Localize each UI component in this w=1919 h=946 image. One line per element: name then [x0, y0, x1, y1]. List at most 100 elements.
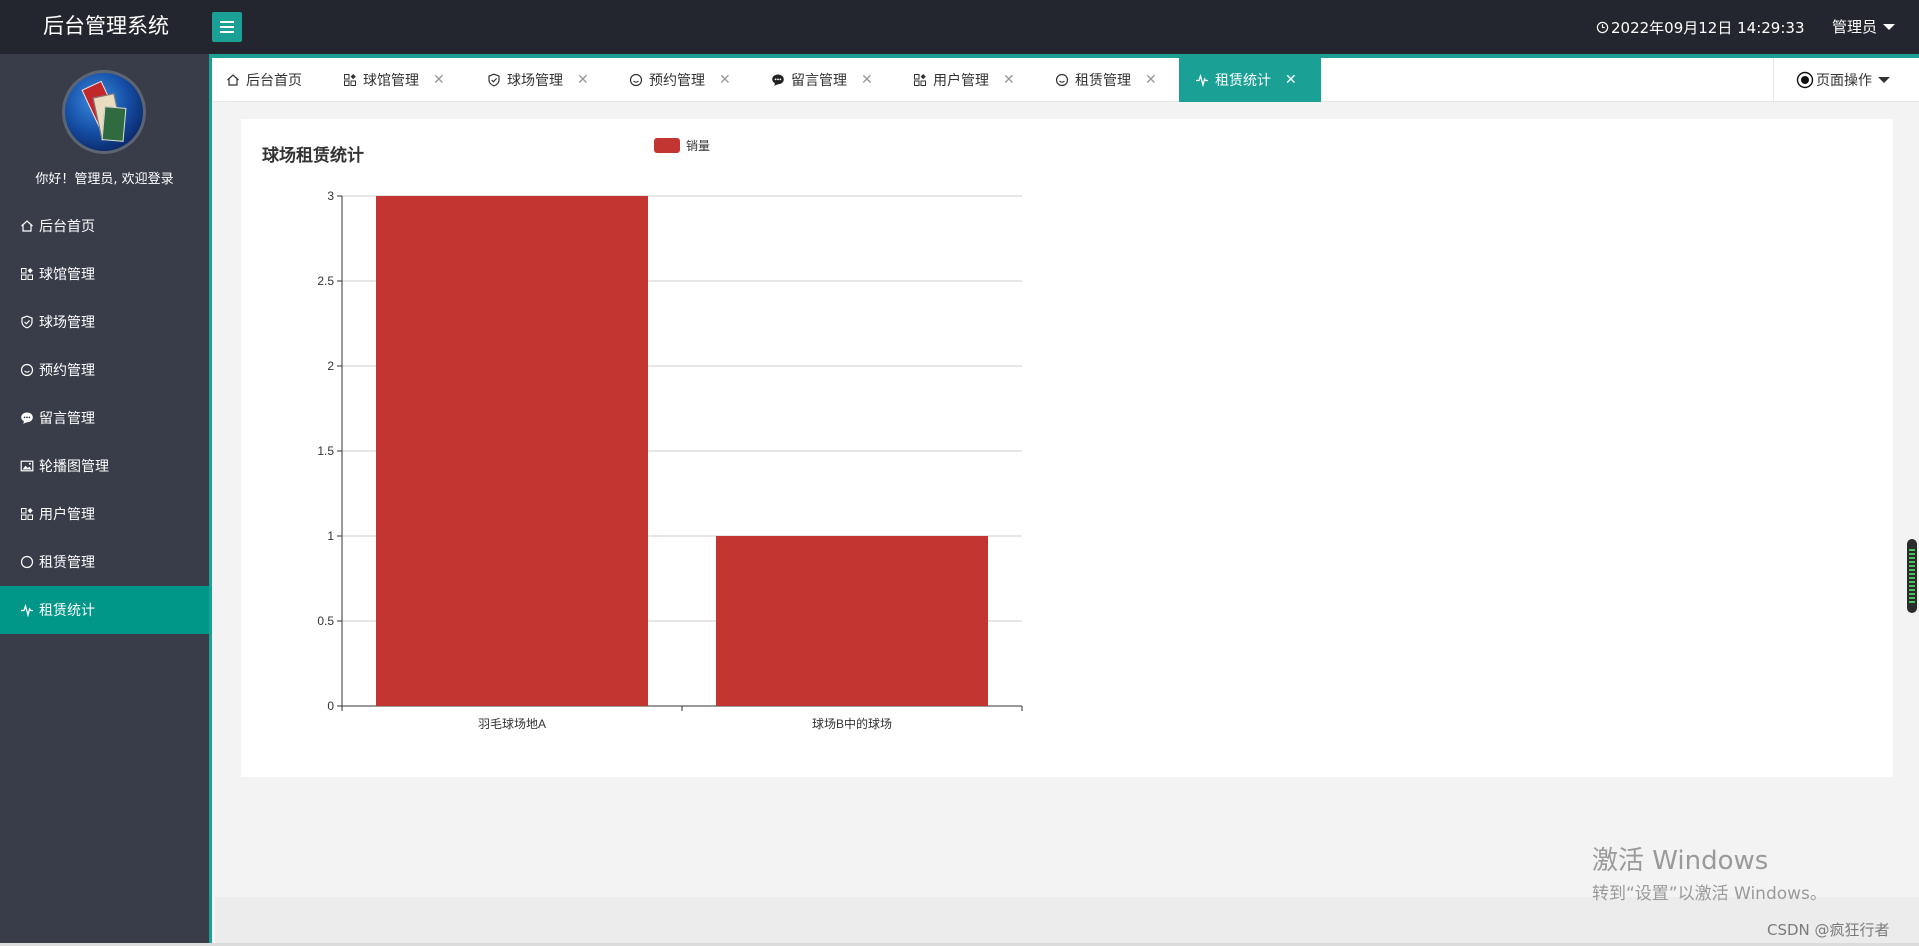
y-tick-label: 0.5 — [317, 614, 334, 628]
sidebar-item-label: 租赁管理 — [39, 555, 95, 571]
tab-label: 球馆管理 — [363, 73, 419, 89]
pulse-icon — [21, 603, 33, 617]
watermark-line2: 转到“设置”以激活 Windows。 — [1592, 884, 1827, 904]
user-menu[interactable]: 管理员 — [1832, 16, 1896, 37]
chat-icon — [21, 412, 33, 424]
shield-icon — [488, 73, 500, 87]
tab-label: 球场管理 — [507, 73, 563, 89]
top-header: 后台管理系统 2022年09月12日 14:29:33 管理员 — [0, 0, 1919, 54]
tab-label: 租赁统计 — [1215, 73, 1271, 89]
app-title: 后台管理系统 — [43, 14, 169, 38]
legend-label: 销量 — [686, 139, 711, 153]
clock-icon — [1596, 21, 1609, 34]
windows-activation-watermark: 激活 Windows 转到“设置”以激活 Windows。 — [1592, 840, 1827, 904]
smile-icon — [1055, 73, 1069, 87]
sidebar-item-label: 球场管理 — [39, 315, 95, 331]
tab-label: 租赁管理 — [1075, 73, 1131, 89]
x-tick-label: 羽毛球场地A — [478, 717, 546, 731]
tab-rental[interactable]: 租赁管理 ✕ — [1055, 58, 1157, 102]
page-operations-menu[interactable]: 页面操作 — [1773, 58, 1919, 102]
sidebar-item-booking[interactable]: 预约管理 — [0, 346, 209, 394]
sidebar-item-label: 留言管理 — [39, 411, 95, 427]
footer-strip — [215, 897, 1919, 946]
close-icon[interactable]: ✕ — [861, 72, 873, 88]
close-icon[interactable]: ✕ — [1145, 72, 1157, 88]
tab-booking[interactable]: 预约管理 ✕ — [629, 58, 731, 102]
sidebar-item-label: 租赁统计 — [39, 603, 95, 619]
sidebar-item-label: 后台首页 — [39, 219, 95, 235]
y-tick-label: 2.5 — [317, 274, 334, 288]
chart-title: 球场租赁统计 — [262, 146, 364, 166]
tab-label: 预约管理 — [649, 73, 705, 89]
grid-icon — [914, 74, 926, 86]
tab-label: 留言管理 — [791, 73, 847, 89]
sidebar-item-venue[interactable]: 球馆管理 — [0, 250, 209, 298]
sidebar-item-rental-stats[interactable]: 租赁统计 — [0, 586, 209, 634]
close-icon[interactable]: ✕ — [719, 72, 731, 88]
close-icon[interactable]: ✕ — [1285, 72, 1297, 88]
smile-icon — [20, 363, 34, 377]
y-tick-label: 3 — [327, 189, 334, 203]
y-tick-label: 1 — [327, 529, 334, 543]
bar-chart: 0 0.5 1 1.5 2 2.5 3 羽毛球场地A 球场B中的球场 — [317, 189, 1023, 731]
sidebar-item-label: 轮播图管理 — [39, 459, 109, 475]
sidebar-item-label: 球馆管理 — [39, 267, 95, 283]
sidebar-item-rental[interactable]: 租赁管理 — [0, 538, 209, 586]
close-icon[interactable]: ✕ — [433, 72, 445, 88]
bar — [716, 536, 988, 706]
avatar — [62, 70, 146, 154]
tab-venue[interactable]: 球馆管理 ✕ — [343, 58, 445, 102]
close-icon[interactable]: ✕ — [577, 72, 589, 88]
tab-label: 后台首页 — [246, 73, 302, 89]
shield-icon — [21, 315, 33, 329]
sidebar-item-carousel[interactable]: 轮播图管理 — [0, 442, 209, 490]
page-operations-label: 页面操作 — [1816, 73, 1872, 89]
sidebar-item-messages[interactable]: 留言管理 — [0, 394, 209, 442]
tab-label: 用户管理 — [933, 73, 989, 89]
tab-rental-stats[interactable]: 租赁统计 ✕ — [1179, 58, 1321, 102]
tab-users[interactable]: 用户管理 ✕ — [913, 58, 1015, 102]
user-menu-label: 管理员 — [1832, 18, 1878, 36]
datetime-display: 2022年09月12日 14:29:33 — [1596, 17, 1804, 38]
y-tick-label: 0 — [327, 699, 334, 713]
scroll-handle[interactable] — [1907, 539, 1917, 613]
grid-icon — [21, 268, 33, 280]
x-tick-label: 球场B中的球场 — [812, 716, 892, 731]
y-tick-label: 1.5 — [317, 444, 334, 458]
tab-court[interactable]: 球场管理 ✕ — [487, 58, 589, 102]
home-icon — [227, 74, 239, 86]
bar — [376, 196, 648, 706]
chat-icon — [772, 74, 784, 86]
caret-down-icon — [1883, 23, 1896, 30]
legend-swatch — [654, 138, 680, 153]
image-icon — [20, 460, 34, 472]
target-icon — [1796, 71, 1814, 89]
grid-icon — [21, 508, 33, 520]
sidebar-item-label: 预约管理 — [39, 363, 95, 379]
pulse-icon — [1196, 73, 1208, 87]
sidebar: 你好！管理员, 欢迎登录 后台首页 球馆管理 球场管理 预约管理 留言管理 轮播… — [0, 54, 212, 946]
csdn-credit: CSDN @疯狂行者 — [1767, 921, 1890, 939]
chart-card: 0 0.5 1 1.5 2 2.5 3 羽毛球场地A 球场B中的球场 球场租赁统计 销量 — [241, 119, 1893, 777]
menu-toggle-button[interactable] — [212, 12, 242, 42]
sidebar-nav: 后台首页 球馆管理 球场管理 预约管理 留言管理 轮播图管理 用户管理 租赁管理… — [0, 202, 209, 634]
sidebar-item-label: 用户管理 — [39, 507, 95, 523]
caret-down-icon — [1878, 77, 1890, 83]
circle-icon — [20, 555, 34, 569]
grid-icon — [344, 74, 356, 86]
sidebar-item-users[interactable]: 用户管理 — [0, 490, 209, 538]
close-icon[interactable]: ✕ — [1003, 72, 1015, 88]
y-tick-label: 2 — [327, 359, 334, 373]
welcome-text: 你好！管理员, 欢迎登录 — [35, 172, 174, 187]
tab-bar: 后台首页 球馆管理 ✕ 球场管理 ✕ 预约管理 ✕ 留言管理 ✕ 用户管理 ✕ … — [212, 54, 1919, 102]
sidebar-item-court[interactable]: 球场管理 — [0, 298, 209, 346]
watermark-line1: 激活 Windows — [1592, 846, 1769, 876]
tab-home[interactable]: 后台首页 — [226, 58, 302, 102]
main-content: 0 0.5 1 1.5 2 2.5 3 羽毛球场地A 球场B中的球场 球场租赁统计 销量 — [215, 103, 1919, 946]
hamburger-icon — [220, 21, 234, 33]
home-icon — [21, 220, 33, 232]
tab-messages[interactable]: 留言管理 ✕ — [771, 58, 873, 102]
smile-icon — [629, 73, 643, 87]
sidebar-item-home[interactable]: 后台首页 — [0, 202, 209, 250]
chart-legend[interactable]: 销量 — [654, 137, 710, 154]
